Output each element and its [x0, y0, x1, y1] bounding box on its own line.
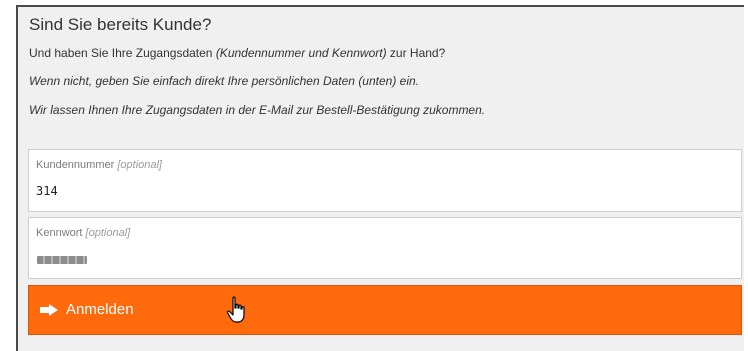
- customer-number-input[interactable]: [34, 180, 728, 202]
- arrow-right-icon: [40, 304, 58, 316]
- login-button-label: Anmelden: [66, 301, 134, 318]
- customer-number-optional-tag: [optional]: [117, 159, 162, 171]
- login-intro-text: Und haben Sie Ihre Zugangsdaten (Kundenn…: [29, 46, 445, 60]
- customer-number-label: Kundennummer [optional]: [36, 159, 162, 171]
- password-optional-tag: [optional]: [85, 227, 131, 239]
- login-title: Sind Sie bereits Kunde?: [29, 15, 212, 34]
- login-button[interactable]: Anmelden: [28, 285, 742, 335]
- login-intro-italic: (Kundennummer und Kennwort): [215, 46, 387, 60]
- login-note-line-1: Wenn nicht, geben Sie einfach direkt Ihr…: [29, 74, 420, 88]
- hand-pointer-icon: [226, 296, 245, 323]
- customer-number-field[interactable]: Kundennummer [optional]: [28, 149, 742, 212]
- customer-number-label-text: Kundennummer: [36, 159, 115, 171]
- password-field[interactable]: Kennwort [optional]: [28, 217, 742, 279]
- password-masked-value[interactable]: [37, 256, 87, 264]
- password-label-text: Kennwort: [36, 227, 83, 239]
- password-label: Kennwort [optional]: [36, 227, 130, 239]
- login-note-line-2: Wir lassen Ihnen Ihre Zugangsdaten in de…: [29, 103, 486, 117]
- login-intro-prefix: Und haben Sie Ihre Zugangsdaten: [29, 46, 216, 60]
- login-panel: Sind Sie bereits Kunde? Und haben Sie Ih…: [16, 5, 744, 351]
- login-intro-suffix: zur Hand?: [386, 46, 446, 60]
